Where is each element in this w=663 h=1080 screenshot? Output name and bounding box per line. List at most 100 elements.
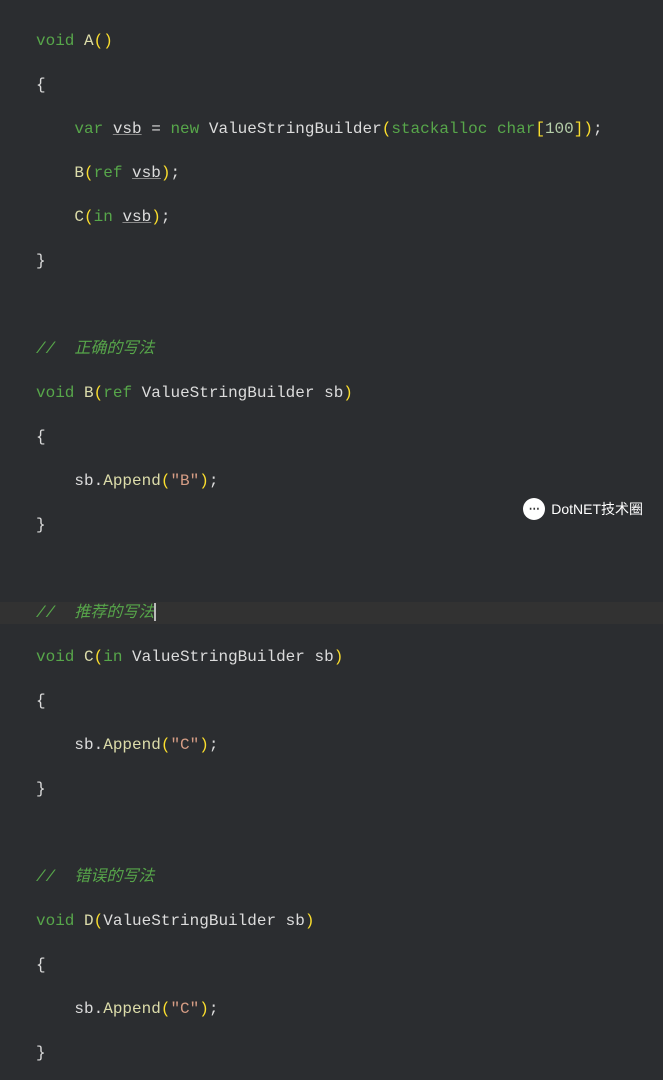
code-line: sb.Append("C"); [0,734,663,756]
paren-open: ( [94,32,104,50]
paren-open: ( [84,164,94,182]
code-line: } [0,250,663,272]
paren-close: ) [199,736,209,754]
code-line [0,558,663,580]
paren-open: ( [382,120,392,138]
equals: = [142,120,171,138]
method-name: A [84,32,94,50]
keyword-var: var [74,120,103,138]
brace-close: } [36,516,46,534]
dot: . [94,1000,104,1018]
param-name: sb [324,384,343,402]
method-call: Append [103,472,161,490]
brace-close: } [36,1044,46,1062]
param-type: ValueStringBuilder [103,912,276,930]
code-line: void A() [0,30,663,52]
method-name: B [84,384,94,402]
paren-open: ( [161,1000,171,1018]
bracket-open: [ [535,120,545,138]
method-call: C [74,208,84,226]
code-line: sb.Append("C"); [0,998,663,1020]
keyword-stackalloc: stackalloc [391,120,487,138]
code-line: sb.Append("B"); [0,470,663,492]
method-call: Append [103,736,161,754]
code-line [0,822,663,844]
argument: vsb [122,208,151,226]
paren-open: ( [94,912,104,930]
number-literal: 100 [545,120,574,138]
param-name: sb [286,912,305,930]
paren-open: ( [161,736,171,754]
keyword-void: void [36,32,74,50]
variable-ref: sb [74,736,93,754]
semicolon: ; [209,1000,219,1018]
param-type: ValueStringBuilder [142,384,315,402]
paren-open: ( [94,384,104,402]
keyword-in: in [94,208,113,226]
brace-close: } [36,780,46,798]
paren-open: ( [94,648,104,666]
method-name: C [84,648,94,666]
keyword-void: void [36,648,74,666]
keyword-ref: ref [103,384,132,402]
paren-close: ) [199,472,209,490]
paren-close: ) [103,32,113,50]
paren-close: ) [151,208,161,226]
code-line: { [0,954,663,976]
code-editor[interactable]: void A() { var vsb = new ValueStringBuil… [0,0,663,1080]
variable-ref: sb [74,1000,93,1018]
keyword-char: char [497,120,535,138]
watermark: ⋯ DotNET技术圈 [523,498,643,520]
code-line: // 正确的写法 [0,338,663,360]
string-literal: "C" [170,736,199,754]
keyword-new: new [170,120,199,138]
code-line: } [0,778,663,800]
code-line: { [0,426,663,448]
semicolon: ; [209,472,219,490]
code-line: { [0,74,663,96]
code-line: { [0,690,663,712]
paren-close: ) [583,120,593,138]
keyword-void: void [36,384,74,402]
text-cursor [154,603,156,621]
method-call: B [74,164,84,182]
paren-close: ) [199,1000,209,1018]
param-type: ValueStringBuilder [132,648,305,666]
variable-name: vsb [113,120,142,138]
paren-close: ) [343,384,353,402]
dot: . [94,472,104,490]
comment: // 推荐的写法 [36,604,154,622]
type-name: ValueStringBuilder [209,120,382,138]
string-literal: "B" [170,472,199,490]
brace-open: { [36,692,46,710]
brace-open: { [36,428,46,446]
param-name: sb [314,648,333,666]
code-line: void D(ValueStringBuilder sb) [0,910,663,932]
method-name: D [84,912,94,930]
brace-close: } [36,252,46,270]
comment: // 正确的写法 [36,340,154,358]
code-line: void C(in ValueStringBuilder sb) [0,646,663,668]
watermark-icon: ⋯ [523,498,545,520]
paren-open: ( [84,208,94,226]
method-call: Append [103,1000,161,1018]
paren-close: ) [305,912,315,930]
semicolon: ; [170,164,180,182]
brace-open: { [36,76,46,94]
string-literal: "C" [170,1000,199,1018]
code-line: void B(ref ValueStringBuilder sb) [0,382,663,404]
code-line: B(ref vsb); [0,162,663,184]
semicolon: ; [161,208,171,226]
dot: . [94,736,104,754]
semicolon: ; [593,120,603,138]
code-line: // 错误的写法 [0,866,663,888]
paren-open: ( [161,472,171,490]
semicolon: ; [209,736,219,754]
comment: // 错误的写法 [36,868,154,886]
brace-open: { [36,956,46,974]
argument: vsb [132,164,161,182]
keyword-void: void [36,912,74,930]
code-line: var vsb = new ValueStringBuilder(stackal… [0,118,663,140]
code-line-highlighted: // 推荐的写法 [0,602,663,624]
watermark-text: DotNET技术圈 [551,498,643,520]
